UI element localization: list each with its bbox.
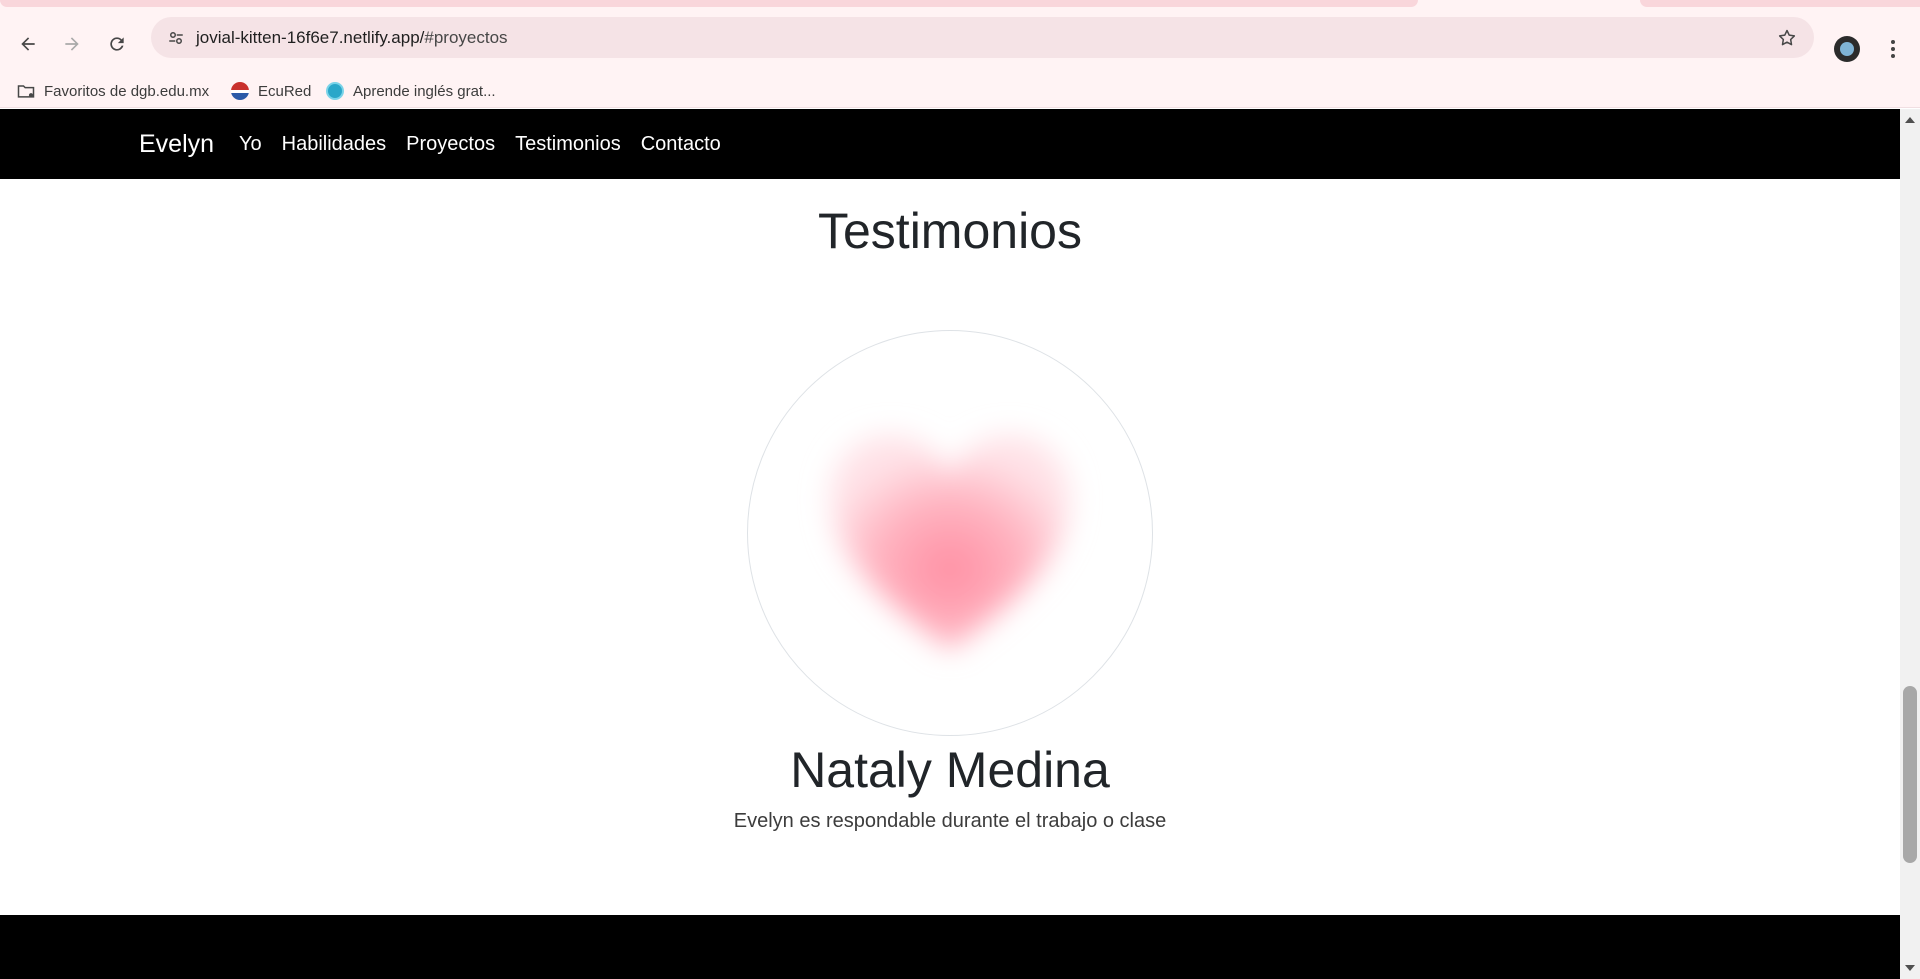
star-icon: [1778, 29, 1796, 46]
avatar-icon: [1840, 42, 1854, 56]
address-bar[interactable]: jovial-kitten-16f6e7.netlify.app/#proyec…: [151, 17, 1814, 58]
site-brand[interactable]: Evelyn: [139, 109, 214, 179]
nav-link-proyectos[interactable]: Proyectos: [406, 133, 495, 156]
aprende-icon: [325, 81, 345, 101]
forward-button[interactable]: [54, 26, 90, 62]
site-info-button[interactable]: [161, 23, 191, 53]
url-hash: #proyectos: [424, 28, 508, 47]
site-navbar: Evelyn Yo Habilidades Proyectos Testimon…: [0, 109, 1900, 179]
browser-toolbar: jovial-kitten-16f6e7.netlify.app/#proyec…: [0, 16, 1920, 74]
arrow-right-icon: [65, 37, 79, 51]
tab-strip: [0, 0, 1920, 16]
menu-dot: [1891, 54, 1895, 58]
bookmarks-bar: Favoritos de dgb.edu.mx EcuRed Aprende i…: [0, 74, 1920, 108]
bookmark-star-button[interactable]: [1772, 23, 1802, 53]
testimonial-text: Evelyn es respondable durante el trabajo…: [733, 810, 1167, 832]
url-host: jovial-kitten-16f6e7.netlify.app/: [196, 28, 425, 47]
reload-button[interactable]: [99, 26, 135, 62]
bookmark-aprende[interactable]: Aprende inglés grat...: [325, 74, 496, 108]
ecured-icon: [230, 81, 250, 101]
menu-dot: [1891, 40, 1895, 44]
testimonial-name: Nataly Medina: [790, 742, 1110, 798]
arrow-left-icon: [21, 37, 35, 51]
nav-links: Yo Habilidades Proyectos Testimonios Con…: [239, 109, 721, 179]
section-title: Testimonios: [818, 203, 1082, 259]
tab[interactable]: [0, 0, 1418, 7]
nav-link-yo[interactable]: Yo: [239, 133, 262, 156]
bookmark-label: Aprende inglés grat...: [353, 82, 496, 100]
tab[interactable]: [1640, 0, 1920, 7]
nav-link-habilidades[interactable]: Habilidades: [282, 133, 387, 156]
page-viewport: Evelyn Yo Habilidades Proyectos Testimon…: [0, 109, 1900, 979]
bookmark-label: EcuRed: [258, 82, 312, 100]
scroll-down-arrow-icon[interactable]: [1905, 965, 1915, 971]
back-button[interactable]: [10, 26, 46, 62]
scroll-up-arrow-icon[interactable]: [1905, 117, 1915, 123]
folder-icon: [16, 81, 36, 101]
url-text: jovial-kitten-16f6e7.netlify.app/#proyec…: [196, 17, 508, 58]
scroll-thumb[interactable]: [1903, 686, 1917, 863]
bookmark-label: Favoritos de dgb.edu.mx: [44, 82, 210, 100]
bookmark-ecured[interactable]: EcuRed: [230, 74, 311, 108]
reload-icon: [110, 37, 124, 51]
page-scrollbar[interactable]: [1900, 109, 1920, 979]
testimonial-avatar: [747, 330, 1153, 736]
profile-avatar-button[interactable]: [1834, 36, 1860, 62]
site-footer: [0, 915, 1900, 979]
tune-icon: [169, 32, 183, 44]
bookmark-favoritos[interactable]: Favoritos de dgb.edu.mx: [16, 74, 209, 108]
browser-menu-button[interactable]: [1880, 36, 1906, 62]
nav-link-testimonios[interactable]: Testimonios: [515, 133, 621, 156]
nav-link-contacto[interactable]: Contacto: [641, 133, 721, 156]
menu-dot: [1891, 47, 1895, 51]
heart-icon: [830, 435, 1070, 651]
